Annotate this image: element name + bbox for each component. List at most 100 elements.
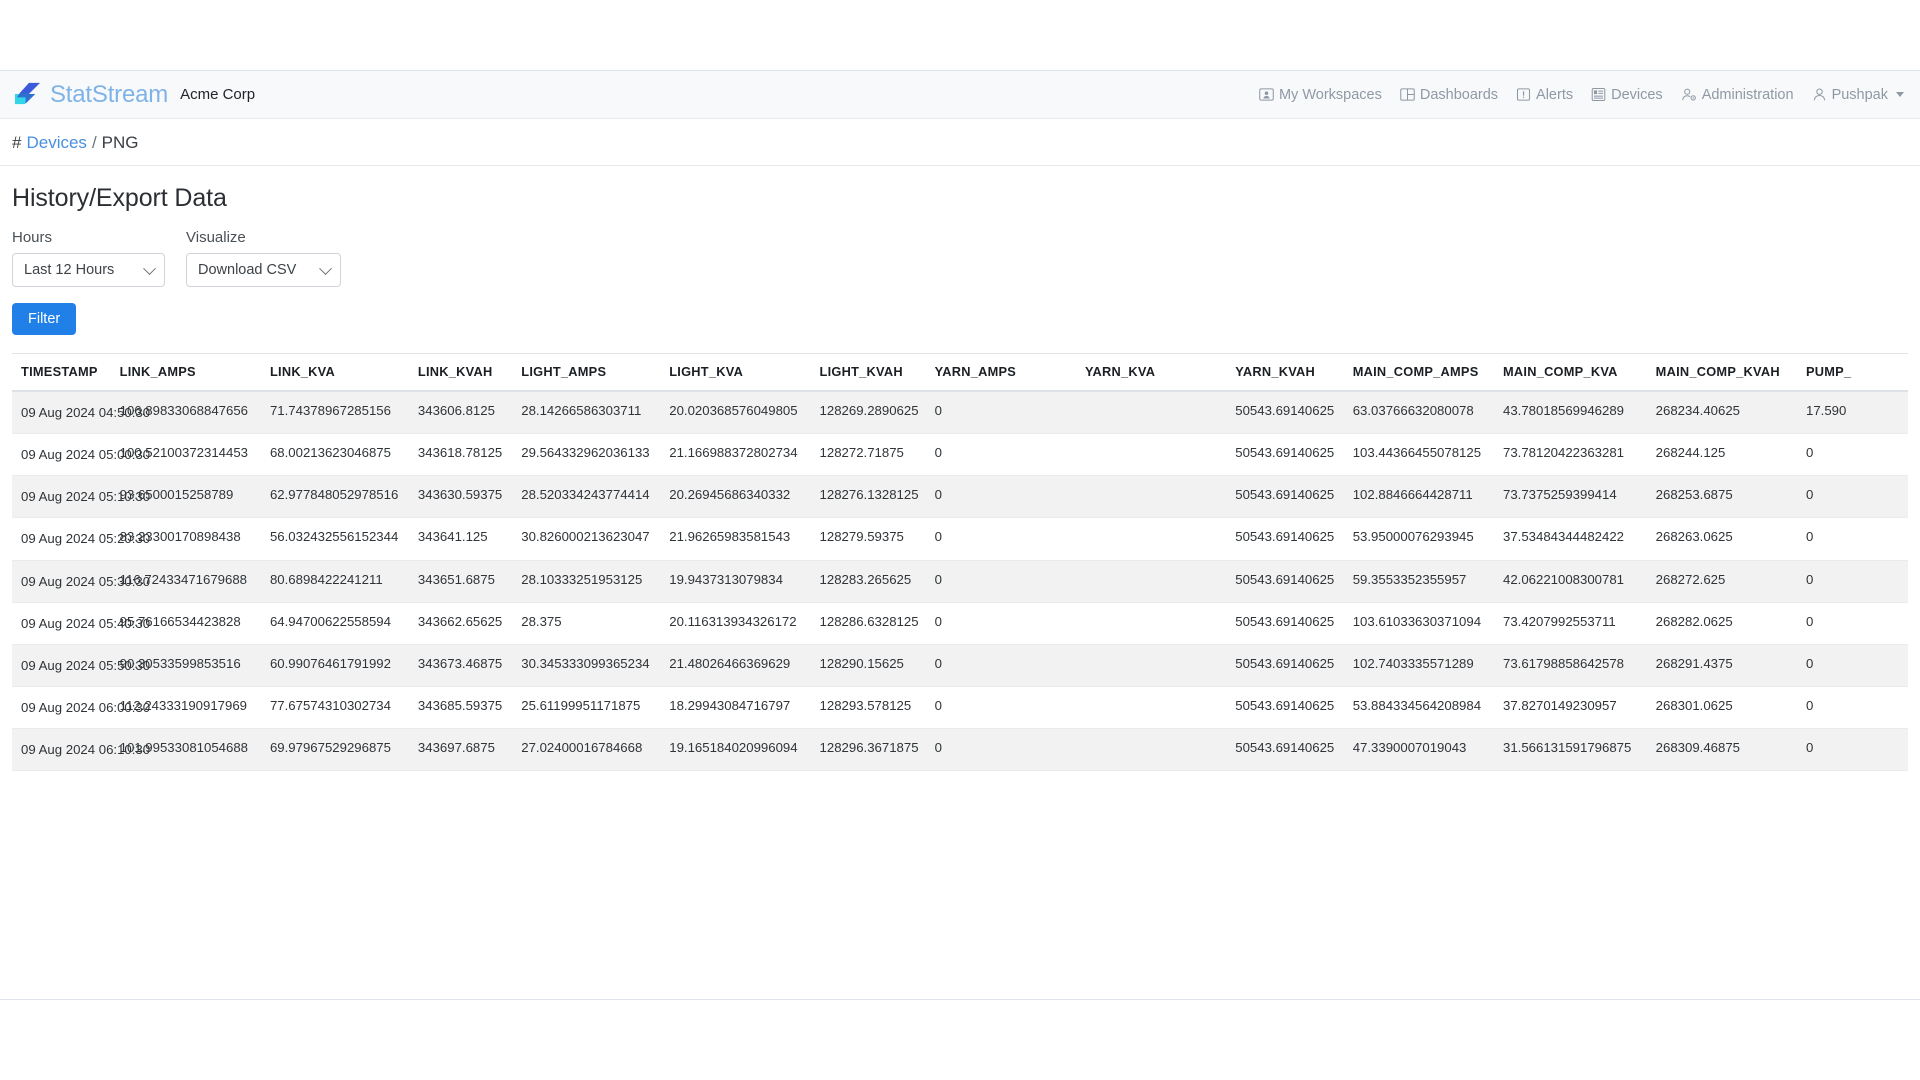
breadcrumb-link-devices[interactable]: Devices [26,133,86,153]
table-cell: 268282.0625 [1646,602,1797,645]
alert-exclamation-icon [1517,88,1531,101]
table-cell: 128269.2890625 [810,391,926,435]
table-cell: 43.78018569946289 [1494,391,1647,435]
visualize-select[interactable]: Download CSV [186,253,341,287]
table-cell [1075,391,1227,435]
table-cell: 53.884334564208984 [1343,686,1494,730]
table-cell: 50543.69140625 [1226,517,1344,561]
brand[interactable]: StatStream [14,81,168,109]
table-cell: 268291.4375 [1646,644,1797,687]
column-header: LIGHT_KVAH [810,354,926,392]
table-cell: 128279.59375 [810,517,926,561]
table-cell: 0 [1796,644,1908,687]
table-cell [1075,644,1227,687]
hours-field: Hours Last 12 Hours [12,229,165,287]
table-cell: 128283.265625 [810,560,926,603]
history-table: TIMESTAMP LINK_AMPS LINK_KVA LINK_KVAH LIGHT… [12,354,1908,772]
table-cell: 106.89833068847656 [110,391,261,435]
nav-label: Devices [1611,86,1663,103]
table-cell: 343697.6875 [408,728,513,772]
table-cell: 268309.46875 [1646,728,1797,772]
column-header: TIMESTAMP [12,354,111,392]
nav-item-my-workspaces[interactable]: My Workspaces [1259,87,1382,103]
hours-select[interactable]: Last 12 Hours [12,253,165,287]
table-cell: 268244.125 [1646,433,1797,477]
visualize-field: Visualize Download CSV [186,229,341,287]
table-cell: 343641.125 [408,517,513,561]
column-header: YARN_AMPS [925,354,1076,392]
table-cell: 0 [1796,560,1908,603]
device-list-icon [1591,87,1606,102]
table-cell: 21.166988372802734 [660,433,811,477]
table-cell: 103.61033630371094 [1343,602,1494,645]
table-cell: 128276.1328125 [810,475,926,519]
table-cell: 28.14266586303711 [512,391,661,435]
table-cell: 31.566131591796875 [1494,728,1647,772]
table-cell [1075,602,1227,645]
table-cell: 83.23300170898438 [110,517,261,561]
table-cell: 20.116313934326172 [660,602,811,645]
table-row: 09 Aug 2024 05:40:30 95.76166534423828 64.… [12,602,1908,645]
nav-item-devices[interactable]: Devices [1591,87,1663,103]
person-icon [1813,88,1825,101]
table-cell: 0 [925,517,1076,561]
nav-item-alerts[interactable]: Alerts [1516,87,1573,103]
table-cell: 268301.0625 [1646,686,1797,730]
table-cell: 93.6500015258789 [110,475,261,519]
person-card-icon [1259,88,1274,101]
table-cell: 73.7375259399414 [1494,475,1647,519]
table-cell: 50543.69140625 [1226,644,1344,687]
page-title: History/Export Data [12,184,227,212]
nav-label: Alerts [1536,86,1574,103]
table-cell: 80.6898422241211 [260,560,409,603]
hours-label: Hours [12,229,53,246]
cell-timestamp: 09 Aug 2024 06:10:30 [12,728,150,772]
breadcrumb-hash: # [12,133,22,152]
nav-item-user-menu[interactable]: Pushpak [1812,87,1904,103]
history-table-container[interactable]: TIMESTAMP LINK_AMPS LINK_KVA LINK_KVAH LIGHT… [12,353,1908,772]
table-cell: 128296.3671875 [810,728,926,772]
table-cell: 343662.65625 [408,602,513,645]
cell-timestamp: 09 Aug 2024 05:00:30 [12,433,150,477]
table-row: 09 Aug 2024 05:10:30 93.6500015258789 62.9… [12,475,1908,519]
table-cell: 47.3390007019043 [1343,728,1494,772]
nav-label: Dashboards [1419,86,1499,103]
table-cell [1075,475,1227,519]
column-header: LINK_KVAH [408,354,513,392]
table-cell: 0 [925,686,1076,730]
table-cell: 343673.46875 [408,644,513,687]
table-cell: 112.24333190917969 [110,686,261,730]
table-cell: 30.826000213623047 [512,517,661,561]
table-cell: 0 [1796,433,1908,477]
column-header: LIGHT_AMPS [512,354,661,392]
filter-button[interactable]: Filter [12,303,77,335]
table-cell: 28.375 [512,602,661,645]
table-cell: 102.8846664428711 [1343,475,1494,519]
table-cell: 128286.6328125 [810,602,926,645]
table-cell: 128272.71875 [810,433,926,477]
table-cell: 20.26945686340332 [660,475,811,519]
column-header: MAIN_COMP_AMPS [1343,354,1494,392]
table-cell: 17.590 [1796,391,1908,435]
table-cell: 100.52100372314453 [110,433,261,477]
table-cell: 59.3553352355957 [1343,560,1494,603]
table-cell: 18.29943084716797 [660,686,811,730]
nav-label: My Workspaces [1278,86,1382,103]
table-cell: 343685.59375 [408,686,513,730]
table-cell [1075,517,1227,561]
table-cell: 53.95000076293945 [1343,517,1494,561]
cell-timestamp: 09 Aug 2024 05:20:30 [12,517,150,561]
table-header-row: TIMESTAMP LINK_AMPS LINK_KVA LINK_KVAH LIGHT… [12,354,1908,392]
nav-item-administration[interactable]: Administration [1681,87,1794,103]
chevron-down-icon [319,262,332,276]
table-cell: 25.61199951171875 [512,686,661,730]
top-navbar: StatStream Acme Corp My Workspaces Dashb… [0,71,1920,119]
table-cell: 73.78120422363281 [1494,433,1647,477]
table-cell: 0 [925,560,1076,603]
table-cell: 0 [1796,602,1908,645]
nav-item-dashboards[interactable]: Dashboards [1400,87,1498,103]
table-cell: 50543.69140625 [1226,391,1344,435]
table-cell: 101.99533081054688 [110,728,261,772]
table-cell: 19.9437313079834 [660,560,811,603]
cell-timestamp: 09 Aug 2024 04:50:30 [12,391,150,435]
